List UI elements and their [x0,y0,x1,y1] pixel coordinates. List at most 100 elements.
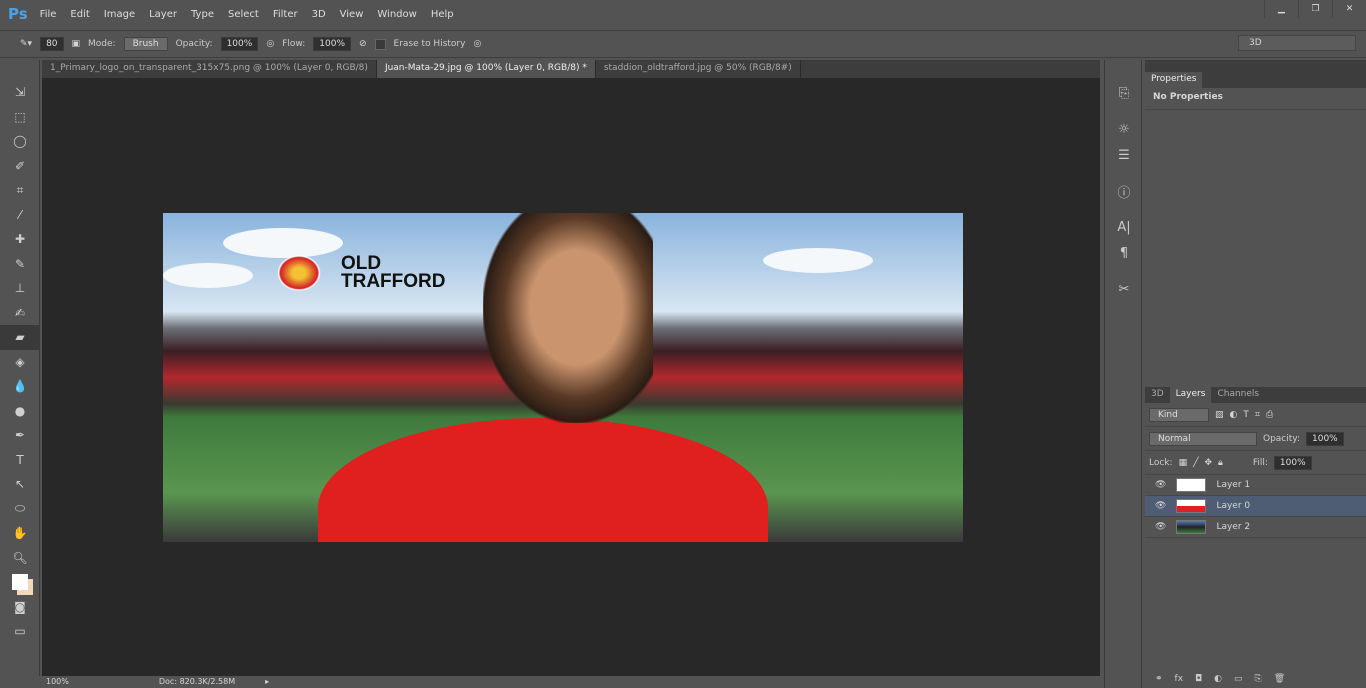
lock-all-icon[interactable]: 🔒︎ [1218,458,1223,468]
filter-smart-object-icon[interactable]: ⎙ [1266,410,1273,420]
tab-properties[interactable]: Properties [1145,72,1203,88]
marquee-tool-icon[interactable]: ⬚ [0,105,40,130]
adjustment-layer-icon[interactable]: ◐ [1214,674,1222,688]
menu-file[interactable]: File [40,9,57,20]
blur-tool-icon[interactable]: 💧 [0,374,40,399]
pressure-size-icon[interactable]: ◎ [473,39,481,49]
zoom-tool-icon[interactable]: 🔍︎ [0,546,40,571]
group-icon[interactable]: ▭ [1234,674,1243,688]
pen-tool-icon[interactable]: ✒ [0,423,40,448]
menu-help[interactable]: Help [431,9,454,20]
tab-juan-mata[interactable]: Juan-Mata-29.jpg @ 100% (Layer 0, RGB/8)… [376,60,596,78]
history-panel-icon[interactable]: ⎘ [1105,80,1143,106]
menu-type[interactable]: Type [191,9,214,20]
properties-panel-icon[interactable]: ☰ [1105,142,1143,168]
layer-row[interactable]: 👁︎ Layer 0 [1145,496,1366,517]
layer-row[interactable]: 👁︎ Layer 1 [1145,475,1366,496]
mask-icon[interactable]: ◘ [1195,674,1202,688]
blend-mode-select[interactable]: Normal [1149,431,1257,446]
info-panel-icon[interactable]: ⓘ [1105,178,1143,204]
eyedropper-tool-icon[interactable]: ⁄ [0,203,40,228]
opacity-label: Opacity: [175,39,213,49]
lasso-tool-icon[interactable]: ◯ [0,129,40,154]
pressure-opacity-icon[interactable]: ◎ [266,39,274,49]
trash-icon[interactable]: 🗑︎ [1274,674,1285,688]
fx-icon[interactable]: fx [1175,674,1184,688]
airbrush-icon[interactable]: ⊘ [359,39,367,49]
menu-layer[interactable]: Layer [149,9,177,20]
shape-tool-icon[interactable]: ⬭ [0,497,40,522]
stamp-tool-icon[interactable]: ⊥ [0,276,40,301]
path-select-tool-icon[interactable]: ↖ [0,472,40,497]
visibility-eye-icon[interactable]: 👁︎ [1155,501,1166,511]
options-bar: ✎▾ 80 ▣ Mode: Brush Opacity: 100% ◎ Flow… [0,30,1366,58]
filter-pixel-icon[interactable]: ▨ [1215,410,1224,420]
visibility-eye-icon[interactable]: 👁︎ [1155,480,1166,490]
crop-tool-icon[interactable]: ⌗ [0,178,40,203]
filter-shape-icon[interactable]: ⌗ [1255,410,1260,420]
visibility-eye-icon[interactable]: 👁︎ [1155,522,1166,532]
window-controls: ▁ ❐ ✕ [1264,0,1366,18]
close-button[interactable]: ✕ [1332,0,1366,18]
new-layer-icon[interactable]: ⎘ [1255,674,1262,688]
menu-window[interactable]: Window [377,9,416,20]
tab-layers[interactable]: Layers [1169,387,1212,403]
menu-select[interactable]: Select [228,9,259,20]
quick-select-tool-icon[interactable]: ✐ [0,154,40,179]
fill-input[interactable]: 100% [1273,455,1312,470]
menu-3d[interactable]: 3D [312,9,326,20]
photoshop-logo: Ps [8,5,28,23]
status-bar: 100% Doc: 820.3K/2.58M ▸ [42,676,1100,688]
menu-image[interactable]: Image [104,9,135,20]
filter-type-icon[interactable]: T [1243,410,1249,420]
layer-row[interactable]: 👁︎ Layer 2 [1145,517,1366,538]
layer-opacity-input[interactable]: 100% [1306,431,1344,446]
restore-button[interactable]: ❐ [1298,0,1332,18]
eraser-preset-icon[interactable]: ✎▾ [20,39,32,49]
minimize-button[interactable]: ▁ [1264,0,1298,18]
tab-channels[interactable]: Channels [1211,387,1265,403]
opacity-input[interactable]: 100% [220,37,259,51]
mode-select[interactable]: Brush [123,37,168,51]
workspace-select[interactable]: 3D [1238,35,1356,51]
link-icon[interactable]: ⚭ [1155,674,1163,688]
document-image[interactable]: OLD TRAFFORD [163,213,963,542]
menu-view[interactable]: View [340,9,364,20]
brush-size-picker[interactable]: 80 [40,37,64,51]
eraser-tool-icon[interactable]: ▰ [0,325,40,350]
type-tool-icon[interactable]: T [0,448,40,473]
tool-presets-icon[interactable]: ✂ [1105,276,1143,302]
dodge-tool-icon[interactable]: ● [0,399,40,424]
tab-logo[interactable]: 1_Primary_logo_on_transparent_315x75.png… [42,60,377,78]
lock-transparent-icon[interactable]: ▦ [1179,458,1188,468]
brand-text: OLD TRAFFORD [341,253,446,292]
zoom-level[interactable]: 100% [46,676,69,688]
hand-tool-icon[interactable]: ✋ [0,521,40,546]
filter-adjustment-icon[interactable]: ◐ [1230,410,1238,420]
brush-tool-icon[interactable]: ✎ [0,252,40,277]
erase-history-checkbox[interactable] [374,38,386,50]
menu-edit[interactable]: Edit [70,9,89,20]
tab-3d[interactable]: 3D [1145,387,1170,403]
color-swatches-icon[interactable] [0,570,40,595]
brush-panel-icon[interactable]: ▣ [72,39,81,49]
move-tool-icon[interactable]: ⇲ [0,80,40,105]
layer-name: Layer 2 [1216,522,1251,532]
status-menu-arrow-icon[interactable]: ▸ [265,676,269,688]
paint-bucket-tool-icon[interactable]: ◈ [0,350,40,375]
adjustments-panel-icon[interactable]: ☼ [1105,116,1143,142]
lock-pixels-icon[interactable]: ╱ [1193,458,1198,468]
flow-input[interactable]: 100% [313,37,351,51]
character-panel-icon[interactable]: A| [1105,214,1143,240]
paragraph-panel-icon[interactable]: ¶ [1105,240,1143,266]
quick-mask-icon[interactable]: ◙ [0,595,40,620]
tab-stadium[interactable]: staddion_oldtrafford.jpg @ 50% (RGB/8#) [596,60,801,78]
menu-filter[interactable]: Filter [273,9,298,20]
history-brush-tool-icon[interactable]: ✍ [0,301,40,326]
healing-tool-icon[interactable]: ✚ [0,227,40,252]
lock-position-icon[interactable]: ✥ [1205,458,1213,468]
doc-size: Doc: 820.3K/2.58M [158,677,236,686]
filter-kind-select[interactable]: Kind [1149,407,1209,422]
screen-mode-icon[interactable]: ▭ [0,619,40,644]
layers-footer: ⚭ fx ◘ ◐ ▭ ⎘ 🗑︎ [1155,674,1285,688]
